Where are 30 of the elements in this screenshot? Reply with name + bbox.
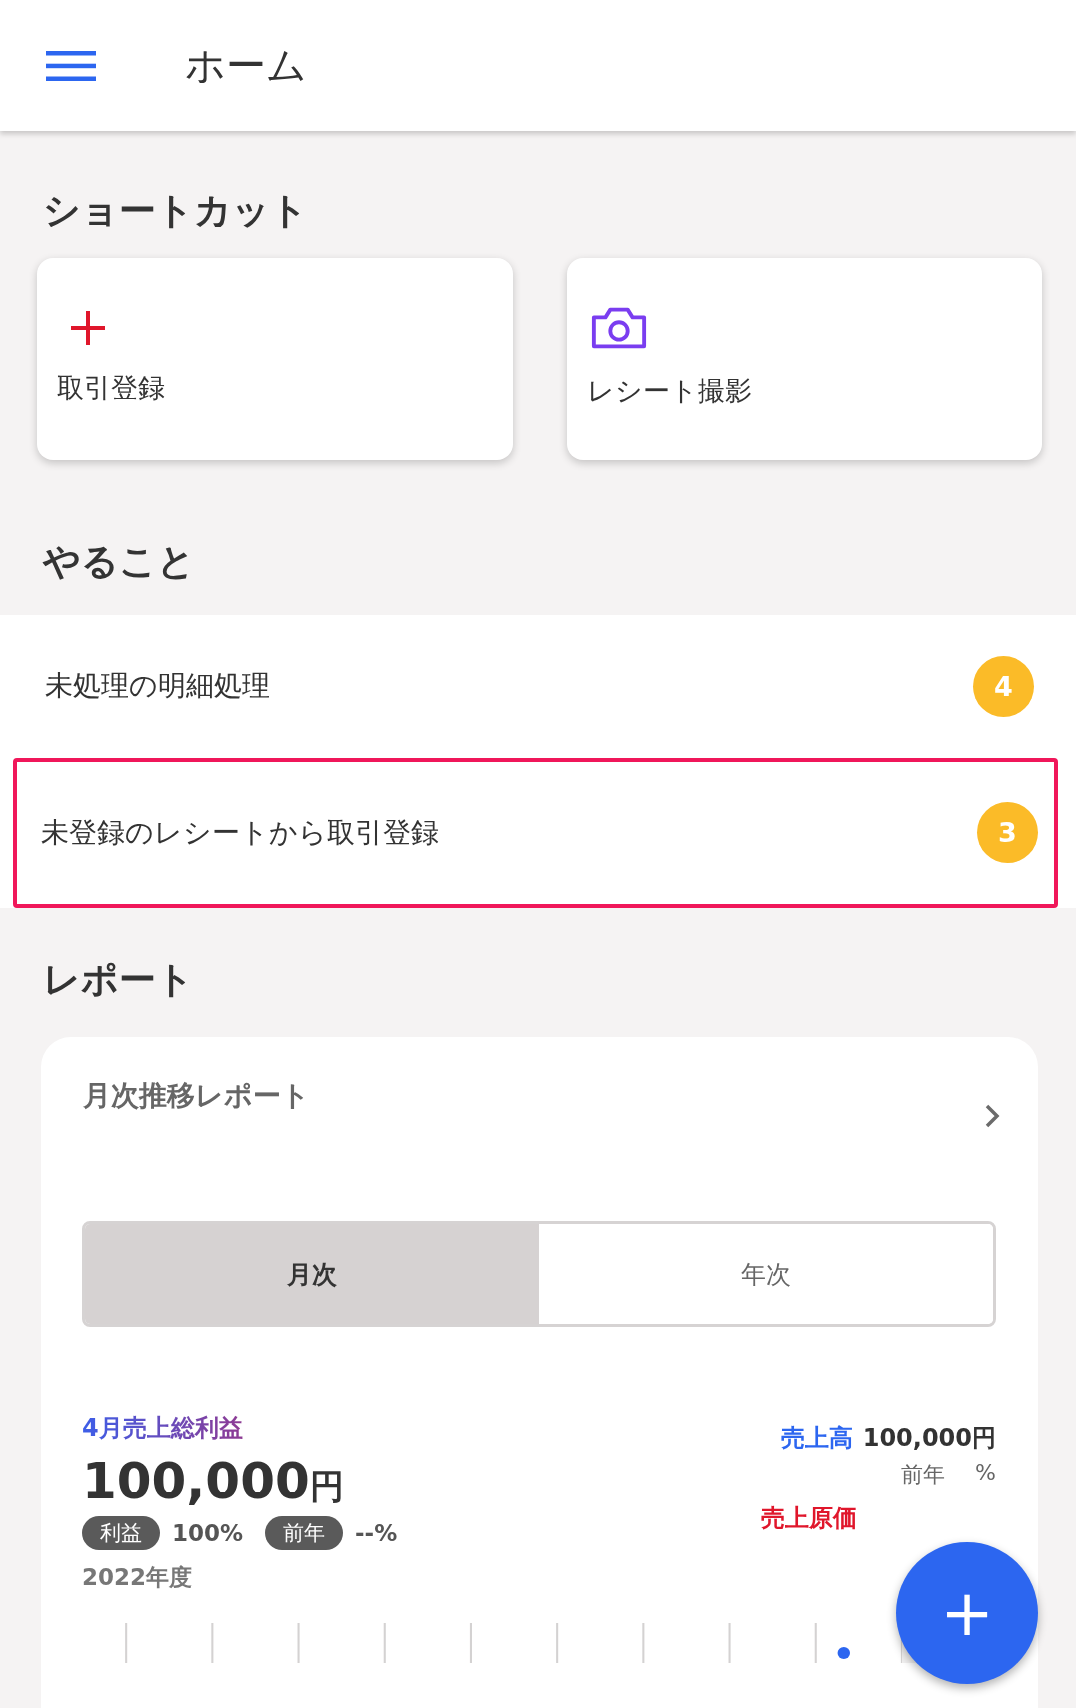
prev-year-value: % bbox=[975, 1460, 996, 1488]
period-label: 2022年度 bbox=[82, 1563, 193, 1593]
shortcut-label: 取引登録 bbox=[57, 371, 166, 406]
cost-label: 売上原価 bbox=[760, 1503, 857, 1535]
segment-tab[interactable]: 月次 bbox=[85, 1224, 539, 1325]
menu-icon[interactable] bbox=[46, 50, 96, 81]
count-badge: 3 bbox=[977, 802, 1038, 864]
todo-label: 未登録のレシートから取引登録 bbox=[41, 814, 439, 851]
section-heading: ショートカット bbox=[42, 188, 309, 234]
chip-value: --% bbox=[355, 1520, 398, 1547]
todo-item[interactable]: 未登録のレシートから取引登録 3 bbox=[13, 757, 1058, 908]
shortcut-label: レシート撮影 bbox=[586, 374, 753, 409]
chip: 利益 bbox=[82, 1516, 160, 1551]
section-heading: レポート bbox=[42, 956, 195, 1003]
section-heading: やること bbox=[41, 539, 196, 585]
page-title: ホーム bbox=[185, 41, 307, 90]
report-title: 月次推移レポート bbox=[83, 1078, 310, 1115]
amount-value: 100,000 bbox=[82, 1452, 310, 1511]
shortcut-card[interactable]: レシート撮影 bbox=[566, 258, 1042, 461]
count-badge: 4 bbox=[973, 655, 1034, 717]
todo-label: 未処理の明細処理 bbox=[45, 668, 270, 705]
sales-value: 100,000円 bbox=[862, 1423, 996, 1455]
chip-value: 100% bbox=[172, 1520, 244, 1547]
todo-item[interactable]: 未処理の明細処理 4 bbox=[0, 614, 1076, 758]
chip: 前年 bbox=[265, 1516, 344, 1551]
sales-label: 売上高 bbox=[780, 1423, 853, 1455]
prev-year-label: 前年 bbox=[901, 1461, 946, 1490]
shortcut-card[interactable]: 取引登録 bbox=[37, 258, 513, 461]
chevron-right-icon[interactable] bbox=[984, 1103, 1000, 1130]
amount-unit: 円 bbox=[309, 1465, 344, 1509]
